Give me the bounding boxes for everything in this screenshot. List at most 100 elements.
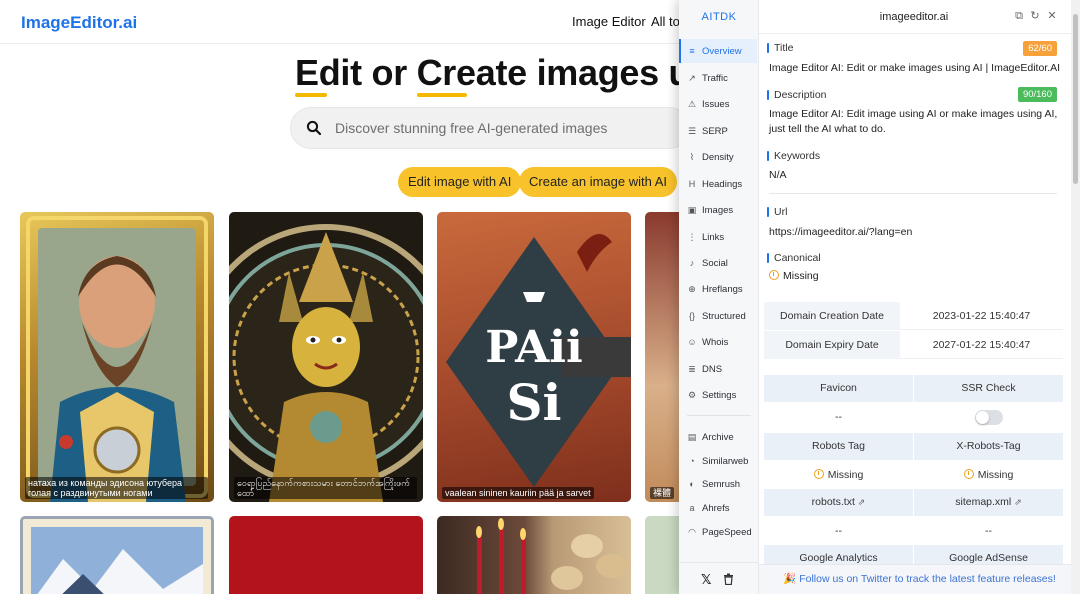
table-cell-value: 2027-01-22 15:40:47 — [932, 339, 1031, 351]
scrollbar-thumb[interactable] — [1073, 14, 1078, 184]
density-icon: ⌇ — [689, 152, 695, 162]
robots-txt-label: robots.txt — [811, 496, 855, 508]
links-icon: ⋮ — [687, 232, 697, 242]
sidebar-item-structured[interactable]: {} Structured — [679, 304, 757, 328]
table-row: Domain Expiry Date 2027-01-22 15:40:47 — [764, 331, 1063, 359]
sidebar-item-density[interactable]: ⌇ Density — [679, 145, 757, 169]
archive-icon: ▤ — [687, 432, 697, 442]
sidebar-item-label: Similarweb — [702, 455, 749, 467]
issues-icon: ⚠ — [687, 99, 697, 109]
sidebar-item-pagespeed[interactable]: ◠ PageSpeed — [679, 520, 757, 544]
sidebar-item-label: PageSpeed — [702, 526, 752, 538]
sidebar-item-dns[interactable]: ≣ DNS — [679, 357, 757, 381]
search-bar[interactable] — [290, 107, 690, 149]
warning-icon — [813, 469, 824, 479]
gallery-card-sign[interactable]: PAii Si vaalean sininen kauriin pää ja s… — [437, 212, 631, 502]
card-caption: натаха из команды эдисона ютубера голая … — [25, 477, 208, 499]
x-twitter-icon[interactable]: 𝕏 — [701, 572, 711, 588]
sitemap-value: -- — [985, 525, 992, 537]
keywords-value: N/A — [769, 169, 787, 181]
dns-icon: ≣ — [688, 364, 696, 374]
hero-word-create: Create — [416, 52, 527, 97]
sidebar-item-similarweb[interactable]: ◔ Similarweb — [679, 449, 757, 473]
robots-txt-header[interactable]: robots.txt ⇗ — [764, 489, 913, 516]
ssr-check-value — [914, 403, 1063, 431]
robots-tag-header: Robots Tag — [764, 433, 913, 460]
edit-image-button[interactable]: Edit image with AI — [398, 167, 522, 197]
canonical-value: Missing — [769, 269, 1064, 284]
structured-icon: {} — [688, 311, 695, 321]
site-logo[interactable]: ImageEditor.ai — [21, 13, 137, 33]
robots-tag-status: Missing — [827, 469, 864, 481]
serp-icon: ☰ — [687, 126, 697, 136]
nav-all-tools[interactable]: All to — [651, 14, 680, 29]
sidebar-item-semrush[interactable]: ◐ Semrush — [679, 472, 757, 496]
sidebar-item-social[interactable]: ♪ Social — [679, 251, 757, 275]
robots-tag-value: Missing — [764, 461, 913, 489]
description-length-badge: 90/160 — [1017, 87, 1057, 102]
sidebar-item-hreflangs[interactable]: ⊕ Hreflangs — [679, 277, 757, 301]
ssr-toggle[interactable] — [974, 409, 1003, 425]
sidebar-item-traffic[interactable]: ↗ Traffic — [679, 66, 757, 90]
card-caption: 裸體 — [650, 487, 675, 499]
extension-main: imageeditor.ai ⧉ ↻ ✕ Title 62/60 Image E… — [759, 0, 1080, 594]
description-label: Description — [767, 89, 827, 101]
sidebar-item-label: Hreflangs — [702, 283, 743, 295]
x-robots-tag-status: Missing — [977, 469, 1014, 481]
sidebar-item-ahrefs[interactable]: a Ahrefs — [679, 496, 757, 520]
sidebar-item-images[interactable]: ▣ Images — [679, 198, 757, 222]
refresh-icon[interactable]: ↻ — [1029, 10, 1041, 22]
sidebar-item-headings[interactable]: H Headings — [679, 172, 757, 196]
sidebar-item-whois[interactable]: ☺ Whois — [679, 330, 757, 354]
extension-sidebar: AITDK ≡ Overview ↗ Traffic ⚠ Issues ☰ SERP ⌇… — [679, 0, 759, 594]
table-cell-label: Domain Expiry Date — [764, 331, 900, 359]
sign-text-line2: Si — [506, 373, 561, 432]
create-image-button[interactable]: Create an image with AI — [519, 167, 678, 197]
semrush-icon: ◐ — [689, 479, 695, 489]
card-caption: vaalean sininen kauriin pää ja sarvet — [442, 487, 594, 499]
canonical-label: Canonical — [767, 252, 821, 264]
sidebar-item-label: DNS — [702, 363, 723, 375]
sidebar-item-label: Whois — [702, 336, 729, 348]
pagespeed-icon: ◠ — [688, 527, 696, 537]
portrait-image — [26, 216, 208, 502]
external-link-icon: ⇗ — [857, 497, 866, 507]
sidebar-item-issues[interactable]: ⚠ Issues — [679, 92, 757, 116]
images-icon: ▣ — [687, 205, 697, 215]
sidebar-item-settings[interactable]: ⚙ Settings — [679, 383, 757, 407]
sidebar-item-overview[interactable]: ≡ Overview — [679, 39, 757, 63]
crop-icon[interactable]: ⧉ — [1013, 10, 1025, 22]
sidebar-item-label: Density — [702, 151, 734, 163]
traffic-icon: ↗ — [688, 73, 696, 83]
trash-icon[interactable] — [723, 573, 734, 585]
settings-icon: ⚙ — [687, 390, 697, 400]
hero-word-edit: Edit — [295, 52, 362, 97]
gallery-card-portrait[interactable]: натаха из команды эдисона ютубера голая … — [20, 212, 214, 502]
sidebar-item-archive[interactable]: ▤ Archive — [679, 425, 757, 449]
sidebar-item-serp[interactable]: ☰ SERP — [679, 119, 757, 143]
panel-scrollbar[interactable] — [1071, 0, 1080, 594]
ahrefs-icon: a — [689, 503, 695, 513]
gallery-card-deity[interactable]: ဝေရာ့ပြည်နောက်ကစားသမား တောင်ဘက်အကြိုးဖက်… — [229, 212, 423, 502]
sidebar-item-label: Social — [702, 257, 728, 269]
close-icon[interactable]: ✕ — [1046, 10, 1058, 22]
headings-icon: H — [688, 179, 696, 189]
description-value: Image Editor AI: Edit image using AI or … — [769, 108, 1058, 135]
gallery-card-row2-2[interactable] — [229, 516, 423, 594]
url-value[interactable]: https://imageeditor.ai/?lang=en — [769, 225, 1064, 240]
favicon-header: Favicon — [764, 375, 913, 402]
sidebar-divider — [687, 415, 751, 416]
sidebar-item-label: Images — [702, 204, 734, 216]
search-input[interactable] — [335, 108, 675, 148]
canonical-status: Missing — [783, 270, 819, 282]
external-link-icon: ⇗ — [1014, 497, 1022, 507]
sidebar-item-label: Ahrefs — [702, 502, 730, 514]
twitter-follow-banner[interactable]: 🎉 Follow us on Twitter to track the late… — [759, 564, 1080, 594]
nav-image-editor[interactable]: Image Editor — [572, 14, 646, 29]
sidebar-item-links[interactable]: ⋮ Links — [679, 225, 757, 249]
gallery-card-row2-1[interactable] — [20, 516, 214, 594]
gallery-card-row2-3[interactable] — [437, 516, 631, 594]
sitemap-header[interactable]: sitemap.xml ⇗ — [914, 489, 1063, 516]
card-caption: ဝေရာ့ပြည်နောက်ကစားသမား တောင်ဘက်အကြိုးဖက်… — [234, 477, 417, 499]
warning-icon — [769, 270, 779, 280]
